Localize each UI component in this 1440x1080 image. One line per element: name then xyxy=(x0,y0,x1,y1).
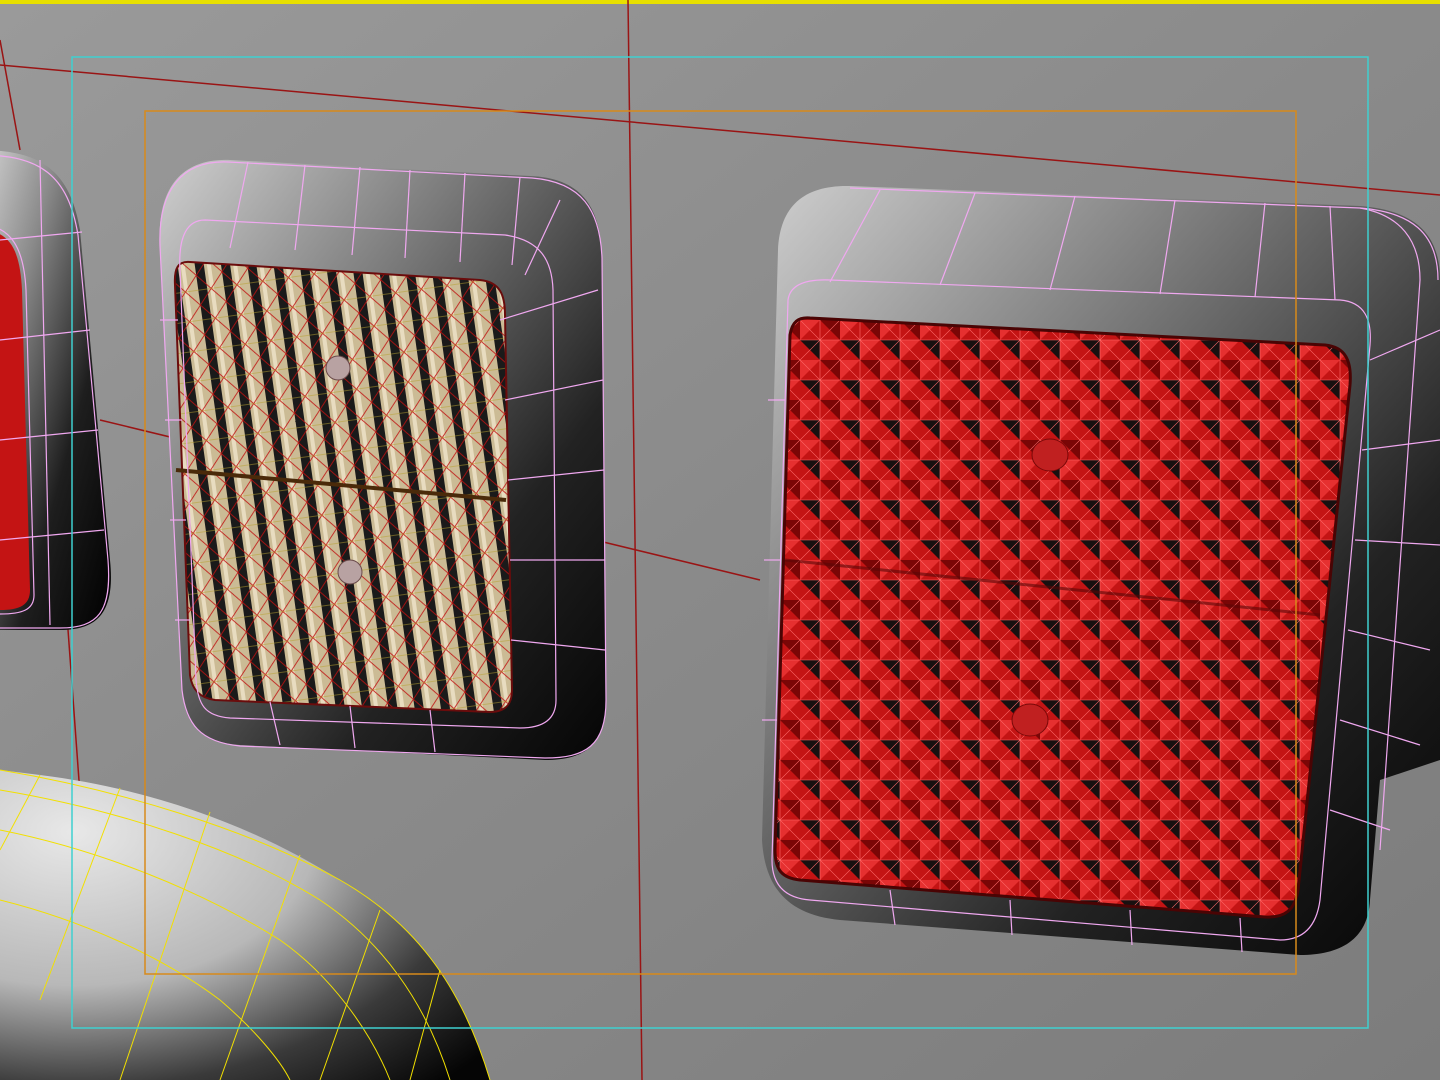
red-lamp-screw-top xyxy=(1031,438,1069,472)
active-viewport-border xyxy=(0,0,1440,4)
red-lamp[interactable] xyxy=(762,185,1440,955)
red-lamp-screw-bottom xyxy=(1011,703,1049,737)
amber-lamp-screw-bottom xyxy=(337,559,363,585)
red-lamp-lens xyxy=(773,316,1352,919)
amber-lamp-screw-top xyxy=(325,355,351,381)
amber-lamp[interactable] xyxy=(159,159,607,760)
3d-viewport[interactable] xyxy=(0,0,1440,1080)
